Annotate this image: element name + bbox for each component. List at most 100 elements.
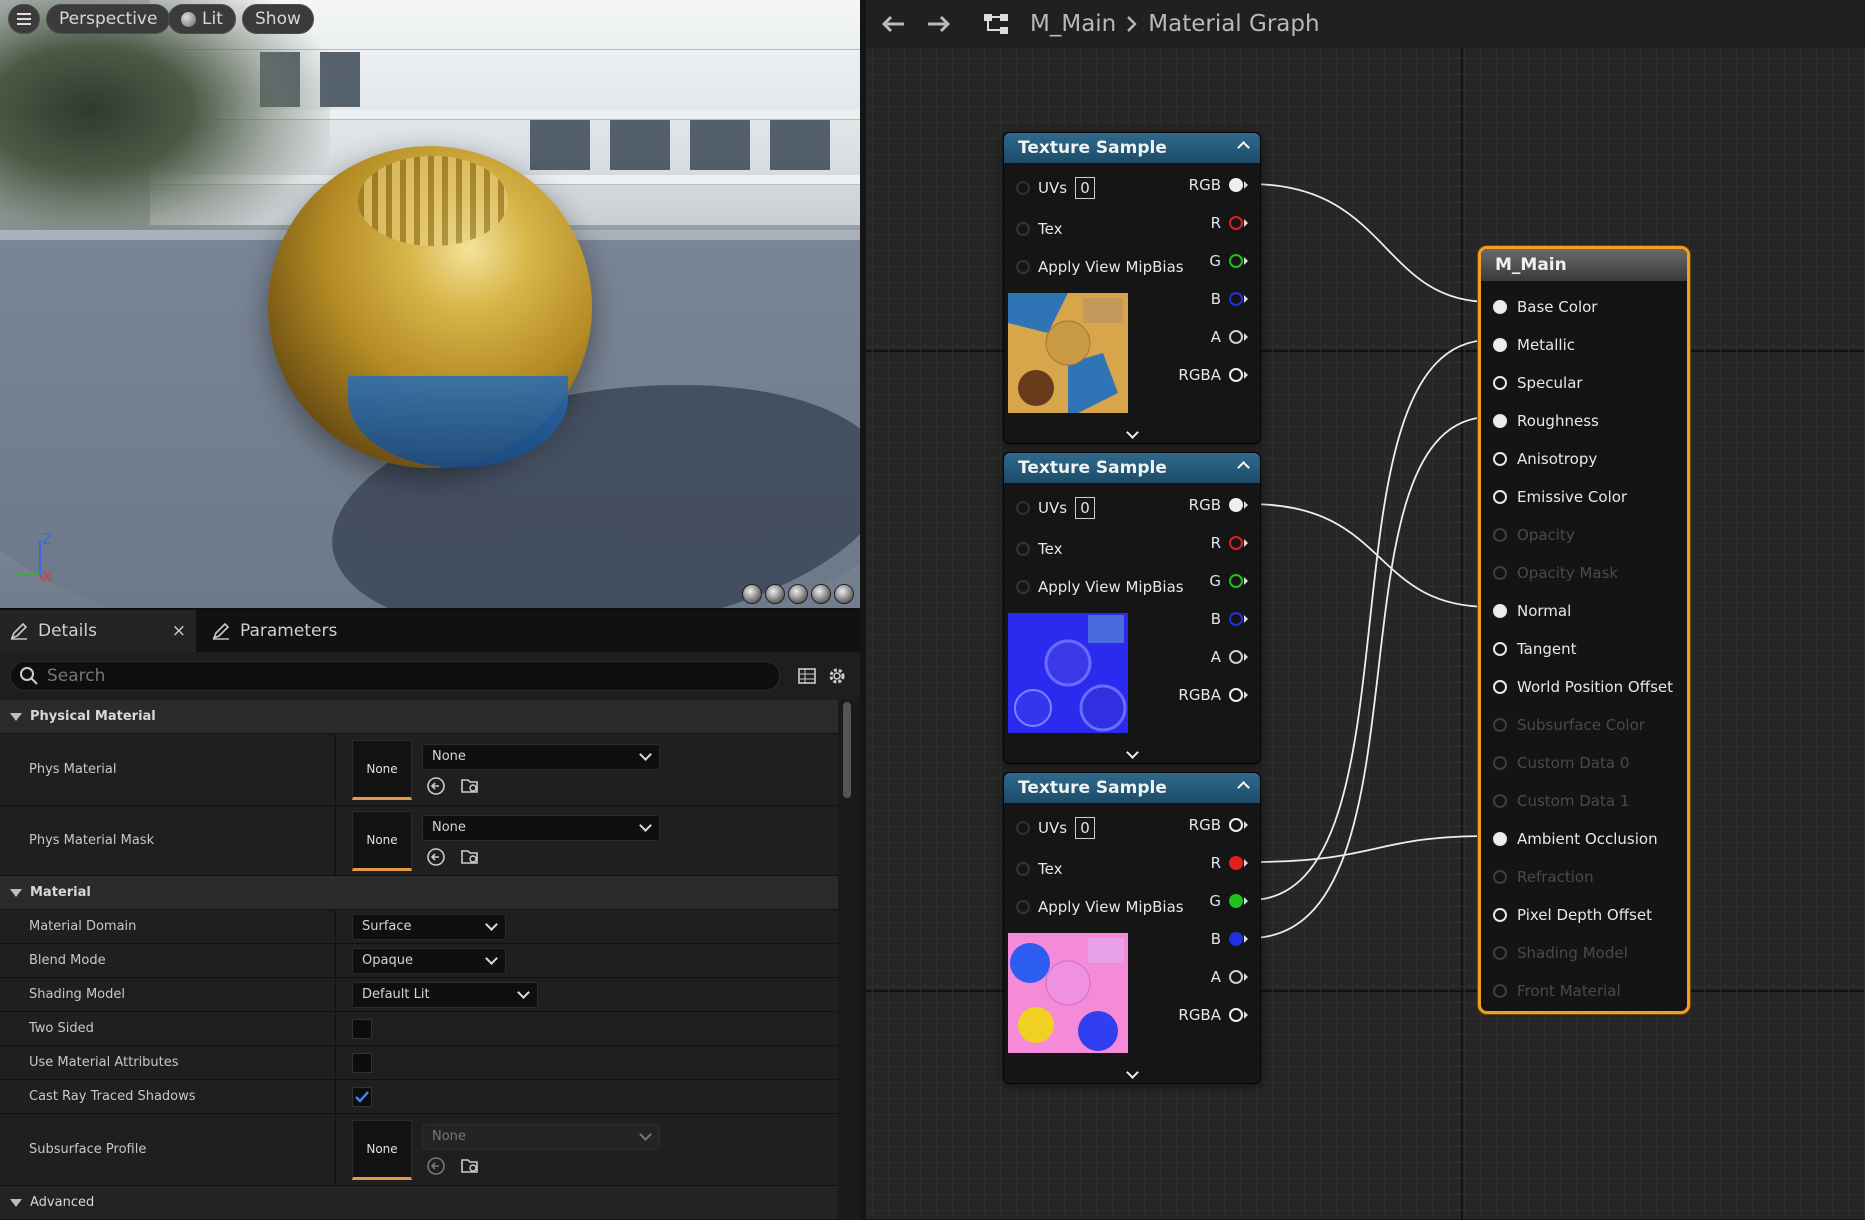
section-physical-material[interactable]: Physical Material (0, 700, 838, 734)
pin-uvs[interactable]: UVs 0 (1016, 177, 1096, 199)
sphere-icon[interactable] (765, 584, 785, 604)
cast-ray-traced-shadows-checkbox[interactable] (352, 1086, 372, 1107)
expand-chevron-icon[interactable] (1004, 426, 1260, 439)
pin-tex[interactable]: Tex (1016, 219, 1062, 239)
expand-chevron-icon[interactable] (1004, 746, 1260, 759)
pin-rgba[interactable]: RGBA (1178, 1005, 1248, 1025)
pin-mip[interactable]: Apply View MipBias (1016, 897, 1184, 917)
browse-icon[interactable] (460, 847, 480, 867)
pin-uvs[interactable]: UVs 0 (1016, 497, 1096, 519)
pin-b[interactable]: B (1211, 609, 1248, 629)
table-view-icon[interactable] (794, 663, 820, 689)
uvs-index-input[interactable]: 0 (1075, 817, 1096, 839)
plane-icon[interactable] (788, 584, 808, 604)
pin-rgb[interactable]: RGB (1189, 815, 1248, 835)
cube-icon[interactable] (811, 584, 831, 604)
section-material[interactable]: Material (0, 876, 838, 910)
pin-rgba[interactable]: RGBA (1178, 685, 1248, 705)
pin-mip[interactable]: Apply View MipBias (1016, 577, 1184, 597)
texture-sample-node-3[interactable]: Texture Sample UVs 0 Tex Apply View MipBi… (1003, 772, 1261, 1084)
input-pin-pixel-depth-offset[interactable]: Pixel Depth Offset (1493, 905, 1652, 925)
search-input[interactable]: Search (10, 661, 780, 691)
pin-socket-icon (1493, 832, 1507, 846)
pin-socket-icon (1493, 718, 1507, 732)
asset-picker-value: None (432, 749, 466, 764)
uvs-index-input[interactable]: 0 (1075, 177, 1096, 199)
pin-rgba[interactable]: RGBA (1178, 365, 1248, 385)
pin-rgb[interactable]: RGB (1189, 175, 1248, 195)
checkmark-icon (355, 1090, 369, 1103)
section-advanced[interactable]: Advanced (0, 1186, 838, 1220)
lit-button[interactable]: Lit (168, 4, 236, 34)
pin-a[interactable]: A (1211, 327, 1248, 347)
pin-a[interactable]: A (1211, 967, 1248, 987)
browse-icon[interactable] (460, 776, 480, 796)
pin-rgb[interactable]: RGB (1189, 495, 1248, 515)
pin-g[interactable]: G (1209, 571, 1248, 591)
collapse-chevron-icon[interactable] (1237, 141, 1250, 154)
input-pin-base-color[interactable]: Base Color (1493, 297, 1597, 317)
tab-parameters[interactable]: Parameters (196, 610, 347, 652)
input-pin-tangent[interactable]: Tangent (1493, 639, 1577, 659)
collapse-chevron-icon[interactable] (1237, 461, 1250, 474)
breadcrumb-root[interactable]: M_Main (1030, 11, 1116, 37)
input-pin-world-position-offset[interactable]: World Position Offset (1493, 677, 1673, 697)
pin-socket-icon (1493, 908, 1507, 922)
teapot-icon[interactable] (834, 584, 854, 604)
cylinder-icon[interactable] (742, 584, 762, 604)
asset-picker-dropdown[interactable]: None (422, 814, 660, 841)
details-scrollbar[interactable] (843, 702, 851, 798)
gear-icon[interactable] (824, 663, 850, 689)
pin-a[interactable]: A (1211, 647, 1248, 667)
material-preview-viewport[interactable]: Perspective Lit Show Z X (0, 0, 860, 608)
pin-g[interactable]: G (1209, 891, 1248, 911)
pin-mip[interactable]: Apply View MipBias (1016, 257, 1184, 277)
pin-r[interactable]: R (1211, 533, 1248, 553)
hamburger-icon[interactable] (8, 4, 40, 34)
uvs-index-input[interactable]: 0 (1075, 497, 1096, 519)
collapse-chevron-icon[interactable] (1237, 781, 1250, 794)
use-material-attributes-checkbox[interactable] (352, 1052, 372, 1073)
texture-sample-node-1[interactable]: Texture Sample UVs 0 Tex Apply View MipBi… (1003, 132, 1261, 444)
use-selected-icon[interactable] (426, 776, 446, 796)
asset-thumbnail[interactable]: None (352, 810, 412, 871)
asset-thumbnail[interactable]: None (352, 739, 412, 800)
asset-thumbnail[interactable]: None (352, 1119, 412, 1180)
expand-chevron-icon[interactable] (1004, 1066, 1260, 1079)
pin-uvs[interactable]: UVs 0 (1016, 817, 1096, 839)
graph-hierarchy-icon[interactable] (982, 12, 1010, 36)
back-arrow-icon[interactable] (880, 14, 906, 34)
asset-picker-dropdown[interactable]: None (422, 743, 660, 770)
input-pin-anisotropy[interactable]: Anisotropy (1493, 449, 1597, 469)
input-pin-ambient-occlusion[interactable]: Ambient Occlusion (1493, 829, 1658, 849)
pin-tex[interactable]: Tex (1016, 859, 1062, 879)
pin-tex[interactable]: Tex (1016, 539, 1062, 559)
texture-sample-node-2[interactable]: Texture Sample UVs 0 Tex Apply View MipBi… (1003, 452, 1261, 764)
close-icon[interactable]: × (172, 621, 186, 641)
pin-r[interactable]: R (1211, 853, 1248, 873)
input-pin-normal[interactable]: Normal (1493, 601, 1571, 621)
material-domain-dropdown[interactable]: Surface (352, 913, 506, 940)
pin-b[interactable]: B (1211, 929, 1248, 949)
pin-label: Apply View MipBias (1038, 578, 1184, 596)
blend-mode-dropdown[interactable]: Opaque (352, 947, 506, 974)
shading-model-dropdown[interactable]: Default Lit (352, 981, 538, 1008)
two-sided-checkbox[interactable] (352, 1018, 372, 1039)
use-selected-icon[interactable] (426, 847, 446, 867)
pin-g[interactable]: G (1209, 251, 1248, 271)
node-header: Texture Sample (1004, 773, 1260, 803)
pin-socket-icon (1493, 642, 1507, 656)
material-result-node[interactable]: M_Main Base Color Metallic Specular Roughne… (1478, 246, 1690, 1014)
show-button[interactable]: Show (242, 4, 314, 34)
graph-toolbar: M_Main Material Graph (866, 0, 1865, 48)
input-pin-metallic[interactable]: Metallic (1493, 335, 1575, 355)
browse-icon[interactable] (460, 1156, 480, 1176)
tab-details[interactable]: Details × (0, 610, 196, 652)
pin-r[interactable]: R (1211, 213, 1248, 233)
input-pin-specular[interactable]: Specular (1493, 373, 1583, 393)
forward-arrow-icon[interactable] (926, 14, 952, 34)
perspective-button[interactable]: Perspective (46, 4, 171, 34)
pin-b[interactable]: B (1211, 289, 1248, 309)
input-pin-emissive-color[interactable]: Emissive Color (1493, 487, 1627, 507)
input-pin-roughness[interactable]: Roughness (1493, 411, 1599, 431)
